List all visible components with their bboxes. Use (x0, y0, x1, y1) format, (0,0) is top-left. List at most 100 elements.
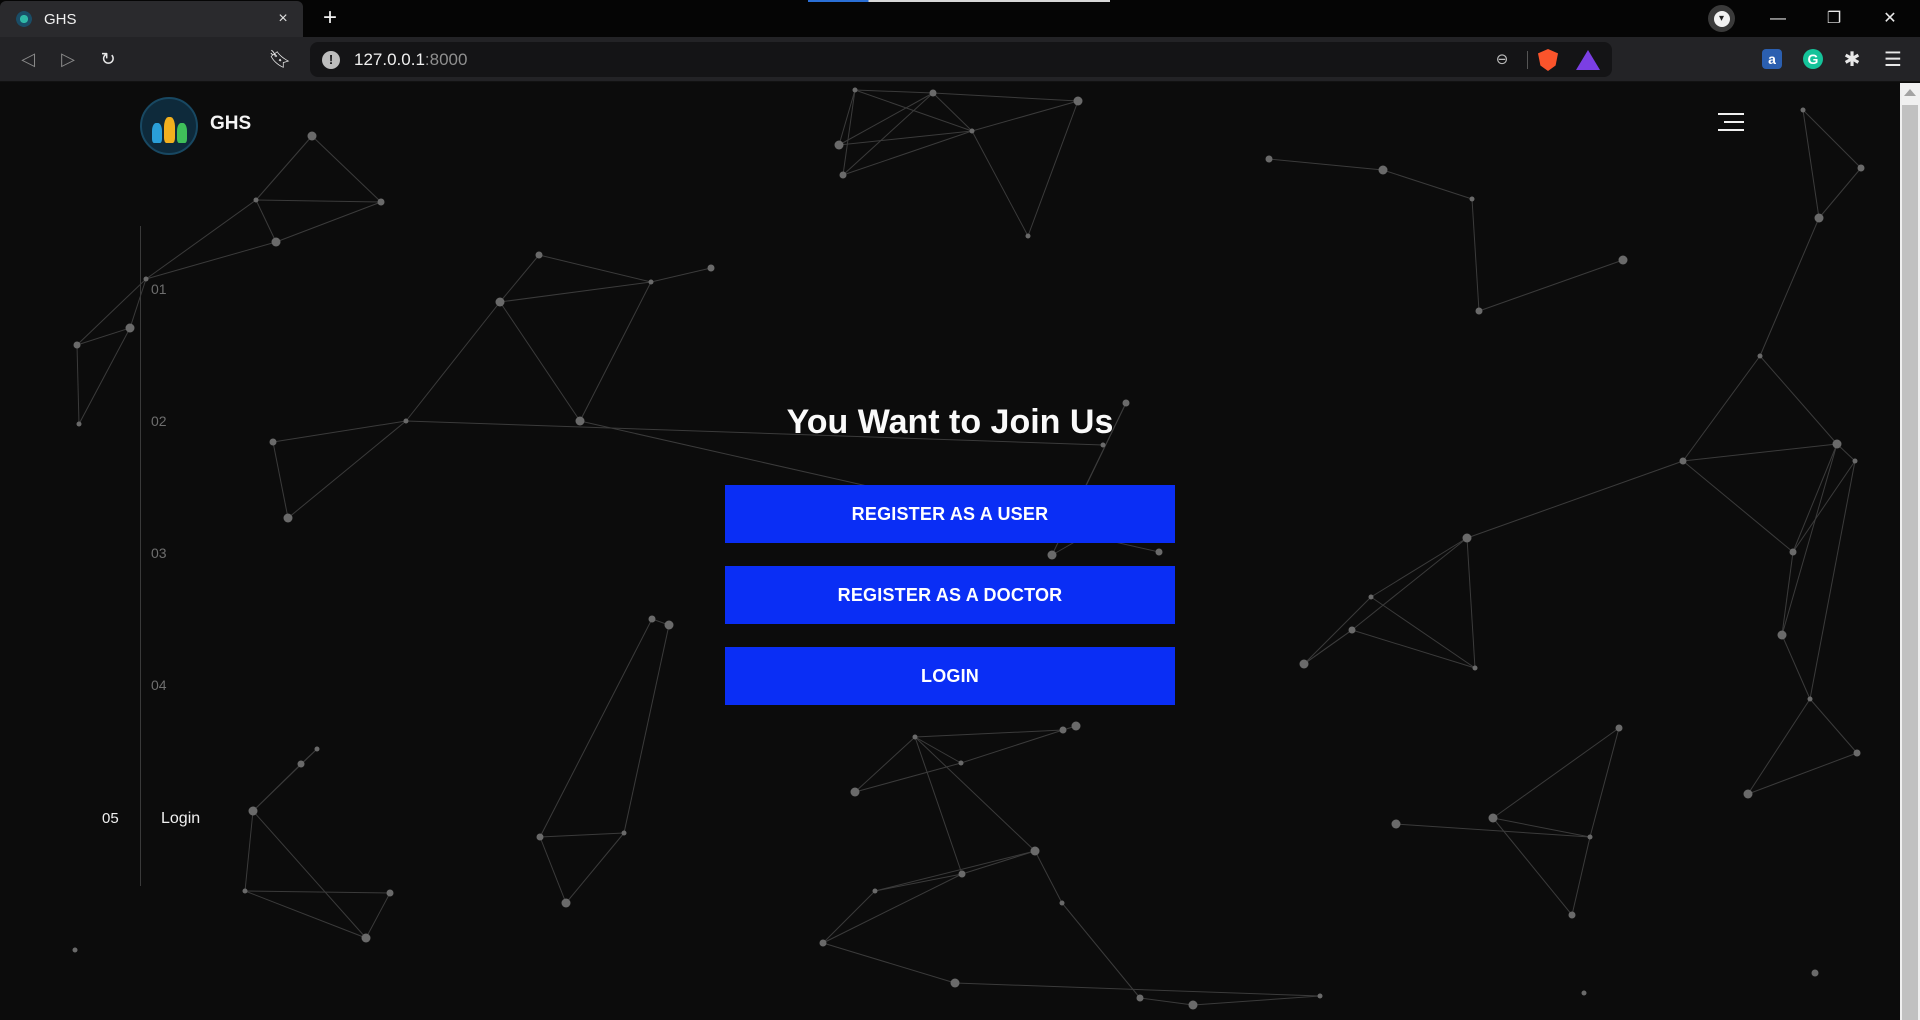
network-node (1679, 457, 1687, 465)
network-node (1475, 307, 1483, 315)
network-node (1615, 724, 1623, 732)
network-node (1368, 594, 1374, 600)
scroll-up-icon[interactable] (1904, 89, 1916, 96)
network-node (1469, 196, 1475, 202)
close-window-button[interactable]: ✕ (1862, 0, 1918, 37)
brave-rewards-icon[interactable] (1576, 50, 1600, 70)
network-node (1472, 665, 1478, 671)
network-node (1047, 550, 1057, 560)
network-node (1857, 164, 1865, 172)
network-node (125, 323, 135, 333)
network-node (1462, 533, 1472, 543)
network-node (1581, 990, 1587, 996)
network-node (1071, 721, 1081, 731)
extension-a-icon[interactable]: a (1762, 49, 1782, 69)
site-logo[interactable] (140, 97, 198, 155)
network-node (912, 734, 918, 740)
tab-close-icon[interactable]: × (273, 9, 293, 29)
address-bar[interactable]: ! 127.0.0.1 :8000 ⊖ (310, 42, 1612, 77)
hamburger-menu-icon[interactable] (1718, 113, 1744, 133)
network-node (386, 889, 394, 897)
section-nav-item-03[interactable]: 03 (151, 545, 167, 561)
tab-strip: GHS × + ▾ — ❐ ✕ (0, 0, 1920, 37)
network-node (377, 198, 385, 206)
network-node (1299, 659, 1309, 669)
network-node (361, 933, 371, 943)
browser-tab[interactable]: GHS × (0, 1, 303, 37)
network-node (1059, 726, 1067, 734)
page-title: You Want to Join Us (786, 403, 1114, 441)
register-user-button[interactable]: REGISTER AS A USER (725, 485, 1175, 543)
section-nav-item-01[interactable]: 01 (151, 281, 167, 297)
network-node (1777, 630, 1787, 640)
register-doctor-button[interactable]: REGISTER AS A DOCTOR (725, 566, 1175, 624)
network-node (1853, 749, 1861, 757)
brave-shields-icon[interactable] (1538, 49, 1558, 71)
network-node (1811, 969, 1819, 977)
network-node (1100, 442, 1106, 448)
network-node (872, 888, 878, 894)
network-node (707, 264, 715, 272)
network-node (535, 251, 543, 259)
network-node (850, 787, 860, 797)
extensions-icon[interactable]: ✱ (1839, 46, 1865, 72)
scroll-thumb[interactable] (1902, 105, 1918, 1020)
section-nav-line (140, 226, 141, 886)
network-node (1317, 993, 1323, 999)
network-node (1348, 626, 1356, 634)
network-node (852, 87, 858, 93)
network-node (73, 341, 81, 349)
profile-icon[interactable]: ▾ (1708, 5, 1735, 32)
restore-button[interactable]: ❐ (1806, 0, 1862, 37)
reload-icon[interactable]: ↻ (94, 45, 122, 73)
site-favicon-icon (16, 11, 32, 27)
minimize-button[interactable]: — (1750, 0, 1806, 37)
network-node (1568, 911, 1576, 919)
network-node (1587, 834, 1593, 840)
bookmark-icon[interactable]: 🔖︎ (266, 45, 294, 73)
network-node (839, 171, 847, 179)
network-node (1757, 353, 1763, 359)
menu-icon[interactable]: ☰ (1880, 46, 1906, 72)
zoom-out-icon[interactable]: ⊖ (1492, 50, 1512, 70)
network-node (929, 89, 937, 97)
forward-icon[interactable]: ▷ (54, 45, 82, 73)
login-button[interactable]: LOGIN (725, 647, 1175, 705)
new-tab-button[interactable]: + (316, 4, 344, 32)
network-node (1378, 165, 1388, 175)
network-node (271, 237, 281, 247)
network-node (307, 131, 317, 141)
network-node (1030, 846, 1040, 856)
network-node (536, 833, 544, 841)
network-node (819, 939, 827, 947)
network-node (648, 279, 654, 285)
site-brand[interactable]: GHS (210, 113, 251, 135)
network-node (1073, 96, 1083, 106)
network-node (950, 978, 960, 988)
address-divider (1527, 51, 1528, 69)
network-node (1136, 994, 1144, 1002)
network-node (1488, 813, 1498, 823)
network-node (1155, 548, 1163, 556)
network-node (253, 197, 259, 203)
network-node (958, 870, 966, 878)
network-node (1852, 458, 1858, 464)
network-node (1814, 213, 1824, 223)
network-node (248, 806, 258, 816)
network-node (1059, 900, 1065, 906)
grammarly-icon[interactable]: G (1803, 49, 1823, 69)
network-node (1800, 107, 1806, 113)
network-node (495, 297, 505, 307)
network-node (834, 140, 844, 150)
particle-network-background (72, 87, 1865, 1010)
network-node (283, 513, 293, 523)
network-node (561, 898, 571, 908)
browser-toolbar: ◁ ▷ ↻ 🔖︎ ! 127.0.0.1 :8000 ⊖ a G ✱ ☰ (0, 37, 1920, 82)
back-icon[interactable]: ◁ (14, 45, 42, 73)
page-scrollbar[interactable] (1900, 83, 1920, 1020)
section-nav-label-login[interactable]: Login (161, 810, 200, 828)
section-nav-item-04[interactable]: 04 (151, 677, 167, 693)
info-icon[interactable]: ! (322, 50, 340, 69)
section-nav-item-05[interactable]: 05 (102, 810, 119, 827)
network-node (1025, 233, 1031, 239)
